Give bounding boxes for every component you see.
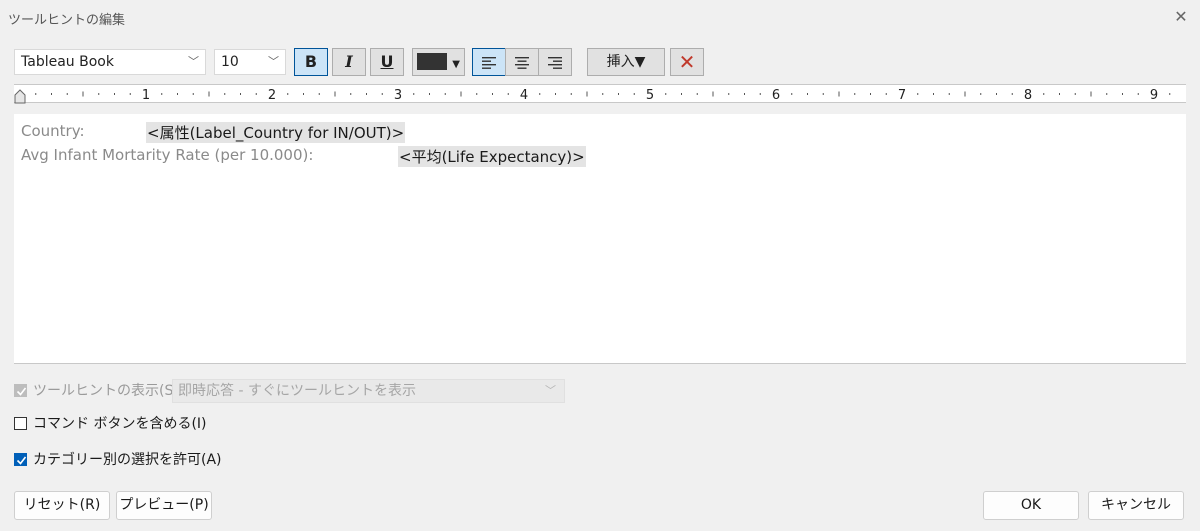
preview-button[interactable]: プレビュー(P): [116, 491, 212, 520]
chevron-down-icon: ﹀: [545, 384, 556, 397]
editor-line-country: Country: <属性(Label_Country for IN/OUT)>: [21, 122, 406, 143]
chevron-down-icon: ﹀: [188, 55, 199, 68]
tooltip-mode-select[interactable]: 即時応答 - すぐにツールヒントを表示 ﹀: [172, 379, 565, 403]
align-center-icon: [515, 56, 529, 69]
insert-button[interactable]: 挿入▼: [587, 48, 665, 76]
tooltip-text-editor[interactable]: Country: <属性(Label_Country for IN/OUT)> …: [14, 114, 1186, 364]
infant-mortality-label: Avg Infant Mortarity Rate (per 10.000):: [21, 146, 314, 164]
tooltip-mode-value: 即時応答 - すぐにツールヒントを表示: [178, 383, 416, 399]
ruler-number: 3: [394, 88, 402, 103]
align-center-button[interactable]: [505, 48, 539, 76]
align-left-button[interactable]: [472, 48, 506, 76]
font-family-select[interactable]: Tableau Book ﹀: [14, 49, 206, 75]
ruler-number: 4: [520, 88, 528, 103]
show-tooltip-option[interactable]: ツールヒントの表示(S): [14, 381, 179, 401]
include-command-buttons-checkbox[interactable]: [14, 417, 27, 430]
underline-button[interactable]: U: [370, 48, 404, 76]
insert-label: 挿入▼: [606, 54, 646, 70]
font-size-value: 10: [221, 54, 239, 70]
align-right-icon: [548, 56, 562, 69]
check-icon: [16, 387, 27, 396]
format-toolbar: Tableau Book ﹀ 10 ﹀ B I U ▼ 挿入▼ ✕: [0, 47, 1200, 79]
ruler-number: 7: [898, 88, 906, 103]
show-tooltip-label: ツールヒントの表示(S): [33, 383, 179, 399]
ruler-number: 2: [268, 88, 276, 103]
country-label: Country:: [21, 122, 85, 140]
ruler-number: 5: [646, 88, 654, 103]
life-expectancy-field-token[interactable]: <平均(Life Expectancy)>: [398, 146, 586, 167]
title-bar: ツールヒントの編集 ✕: [0, 0, 1200, 34]
show-tooltip-checkbox[interactable]: [14, 384, 27, 397]
align-left-icon: [482, 56, 496, 69]
check-icon: [16, 456, 27, 465]
chevron-down-icon: ﹀: [268, 55, 279, 68]
include-command-buttons-option[interactable]: コマンド ボタンを含める(I): [14, 414, 207, 434]
text-color-button[interactable]: ▼: [412, 48, 465, 76]
cancel-button[interactable]: キャンセル: [1088, 491, 1184, 520]
editor-line-infant-mortality: Avg Infant Mortarity Rate (per 10.000): …: [21, 146, 586, 167]
indent-marker[interactable]: [14, 89, 26, 104]
italic-icon: I: [345, 52, 353, 71]
close-icon[interactable]: ✕: [1172, 8, 1190, 26]
font-family-value: Tableau Book: [21, 54, 114, 70]
include-command-buttons-label: コマンド ボタンを含める(I): [33, 416, 207, 432]
font-size-select[interactable]: 10 ﹀: [214, 49, 286, 75]
edit-tooltip-dialog: ツールヒントの編集 ✕ Tableau Book ﹀ 10 ﹀ B I U ▼: [0, 0, 1200, 531]
dialog-title: ツールヒントの編集: [8, 13, 126, 28]
ruler-scale: 1 2 3 4 5 6 7 8 9: [14, 88, 1171, 104]
allow-category-selection-label: カテゴリー別の選択を許可(A): [33, 452, 222, 468]
ruler: 1 2 3 4 5 6 7 8 9: [14, 84, 1186, 104]
align-right-button[interactable]: [538, 48, 572, 76]
ok-button[interactable]: OK: [983, 491, 1079, 520]
clear-icon: ✕: [678, 50, 696, 74]
ruler-number: 8: [1024, 88, 1032, 103]
caret-down-icon: ▼: [452, 59, 460, 70]
color-swatch: [417, 53, 448, 70]
italic-button[interactable]: I: [332, 48, 366, 76]
underline-icon: U: [380, 52, 394, 71]
ruler-number: 6: [772, 88, 780, 103]
clear-formatting-button[interactable]: ✕: [670, 48, 704, 76]
bold-button[interactable]: B: [294, 48, 328, 76]
ruler-number: 1: [142, 88, 150, 103]
allow-category-selection-option[interactable]: カテゴリー別の選択を許可(A): [14, 450, 222, 470]
bold-icon: B: [304, 52, 318, 71]
ruler-number: 9: [1150, 88, 1158, 103]
reset-button[interactable]: リセット(R): [14, 491, 110, 520]
allow-category-selection-checkbox[interactable]: [14, 453, 27, 466]
country-field-token[interactable]: <属性(Label_Country for IN/OUT)>: [146, 122, 406, 143]
